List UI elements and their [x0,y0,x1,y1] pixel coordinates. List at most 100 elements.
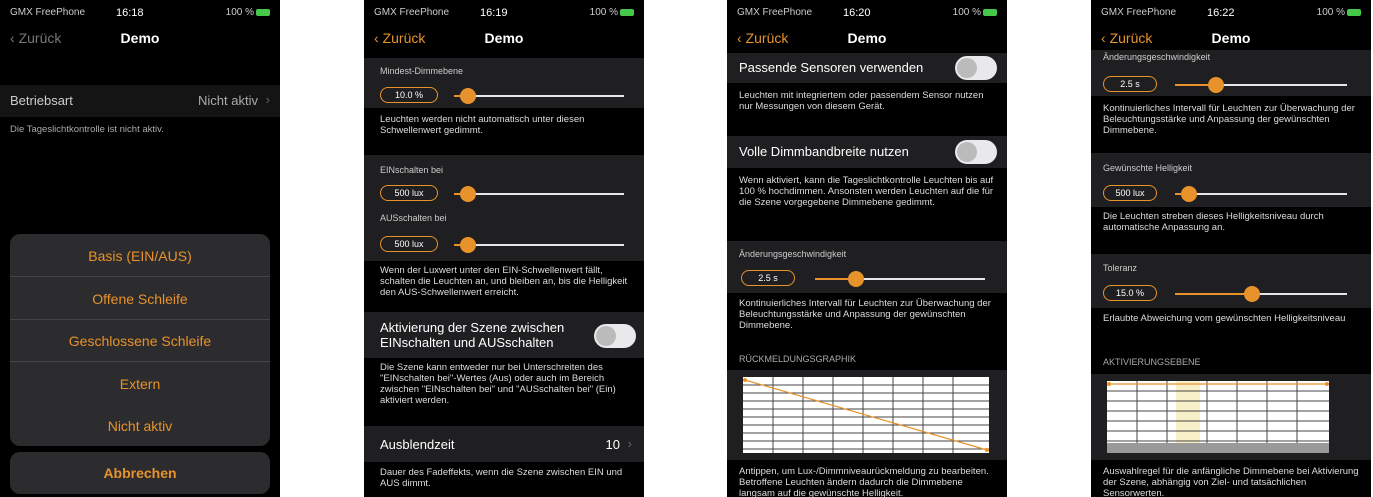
option-closed-loop[interactable]: Geschlossene Schleife [10,333,270,349]
nav-bar: ‹ Zurück Demo [364,26,644,52]
clock: 16:20 [843,7,871,19]
battery-percent: 100 % [1316,7,1345,18]
feedback-start-point[interactable] [743,378,747,382]
threshold-note: Wenn der Luxwert unter den EIN-Schwellen… [380,265,628,298]
activation-start-point[interactable] [1107,382,1111,386]
full-range-label: Volle Dimmbandbreite nutzen [739,144,909,159]
clock: 16:19 [480,7,508,19]
sensor-note: Leuchten mit integriertem oder passendem… [739,90,984,112]
speed-value: 2.5 s [741,270,795,286]
option-open-loop[interactable]: Offene Schleife [10,291,270,307]
slider-thumb[interactable] [847,271,864,287]
speed-label: Änderungsgeschwindigkeit [739,249,847,259]
min-dim-note: Leuchten werden nicht automatisch unter … [380,114,585,136]
tolerance-slider[interactable] [1175,286,1347,302]
battery-icon [620,8,634,16]
chevron-right-icon: › [265,92,270,107]
inactive-note: Die Tageslichtkontrolle ist nicht aktiv. [10,124,164,135]
divider [10,319,270,320]
status-bar: GMX FreePhone 16:22 100 % [1091,0,1371,20]
speed-slider[interactable] [815,271,985,287]
slider-thumb[interactable] [459,237,476,253]
chevron-right-icon: › [627,436,632,451]
toggle-knob [957,142,977,162]
battery-icon [983,8,997,16]
activation-chart[interactable] [1107,381,1329,453]
speed-slider[interactable] [1175,77,1347,93]
status-bar: GMX FreePhone 16:19 100 % [364,0,644,20]
clock: 16:18 [116,7,144,19]
nav-bar: ‹ Zurück Demo [727,26,1007,52]
battery-icon [1347,8,1361,16]
on-label: EINschalten bei [380,165,444,175]
tolerance-value: 15.0 % [1103,285,1157,301]
off-value: 500 lux [380,236,438,252]
speed-label: Änderungsgeschwindigkeit [1103,52,1211,62]
page-title: Demo [1211,30,1251,46]
off-slider[interactable] [454,237,624,253]
mode-row[interactable]: Betriebsart Nicht aktiv › [0,85,280,117]
mode-options-sheet: Basis (EIN/AUS) Offene Schleife Geschlos… [10,234,270,446]
brightness-value: 500 lux [1103,185,1157,201]
battery-indicator: 100 % [226,7,270,18]
battery-icon [256,8,270,16]
feedback-note: Antippen, um Lux-/Dimmniveaurückmeldung … [739,466,989,497]
carrier-label: GMX FreePhone [1101,7,1177,18]
toggle-knob [596,326,616,346]
brightness-slider[interactable] [1175,186,1347,202]
activation-note: Auswahlregel für die anfängliche Dimmebe… [1103,466,1359,497]
speed-value: 2.5 s [1103,76,1157,92]
tolerance-note: Erlaubte Abweichung vom gewünschten Hell… [1103,313,1346,324]
option-inactive[interactable]: Nicht aktiv [10,418,270,434]
full-range-toggle[interactable] [955,140,997,164]
full-range-note: Wenn aktiviert, kann die Tageslichtkontr… [739,175,994,208]
option-external[interactable]: Extern [10,376,270,392]
chart-grid [1107,381,1329,453]
feedback-chart[interactable] [743,377,989,453]
scene-toggle[interactable] [594,324,636,348]
min-dim-slider[interactable] [454,88,624,104]
sensor-toggle-label: Passende Sensoren verwenden [739,60,924,75]
feedback-header: RÜCKMELDUNGSGRAPHIK [739,354,857,364]
feedback-line [744,379,988,451]
tolerance-label: Toleranz [1103,263,1138,273]
page-title: Demo [847,30,887,46]
status-bar: GMX FreePhone 16:20 100 % [727,0,1007,20]
on-value: 500 lux [380,185,438,201]
status-bar: GMX FreePhone 16:18 100 % [0,0,280,20]
option-basis[interactable]: Basis (EIN/AUS) [10,248,270,264]
slider-fill [1175,293,1253,295]
screen-basis-settings: GMX FreePhone 16:19 100 % ‹ Zurück Demo … [364,0,644,497]
on-slider[interactable] [454,186,624,202]
activation-end-point[interactable] [1325,382,1329,386]
screen-closed-loop-settings: GMX FreePhone 16:20 100 % ‹ Zurück Demo … [727,0,1007,497]
screen-mode-picker: GMX FreePhone 16:18 100 % ‹ Zurück Demo … [0,0,280,497]
min-dim-label: Mindest-Dimmebene [380,66,464,76]
battery-indicator: 100 % [590,7,634,18]
cancel-label: Abbrechen [103,465,177,481]
battery-indicator: 100 % [953,7,997,18]
brightness-note: Die Leuchten streben dieses Helligkeitsn… [1103,211,1324,233]
fade-value: 10 [605,437,620,452]
fade-row[interactable]: Ausblendzeit 10 › [364,426,644,462]
nav-bar: ‹ Zurück Demo [0,26,280,52]
battery-indicator: 100 % [1317,7,1361,18]
toggle-knob [957,58,977,78]
carrier-label: GMX FreePhone [374,7,450,18]
brightness-label: Gewünschte Helligkeit [1103,163,1193,173]
slider-thumb[interactable] [459,88,476,104]
sensor-toggle[interactable] [955,56,997,80]
divider [10,276,270,277]
slider-thumb[interactable] [459,186,476,202]
battery-percent: 100 % [952,7,981,18]
divider [10,361,270,362]
nav-bar: ‹ Zurück Demo [1091,26,1371,52]
cancel-button[interactable]: Abbrechen [10,452,270,494]
off-label: AUSschalten bei [380,213,447,223]
scene-note: Die Szene kann entweder nur bei Untersch… [380,362,616,406]
slider-thumb[interactable] [1180,186,1197,202]
speed-note: Kontinuierliches Intervall für Leuchten … [1103,103,1355,136]
activation-base [1107,443,1329,453]
speed-note: Kontinuierliches Intervall für Leuchten … [739,298,991,331]
feedback-end-point[interactable] [985,448,989,452]
